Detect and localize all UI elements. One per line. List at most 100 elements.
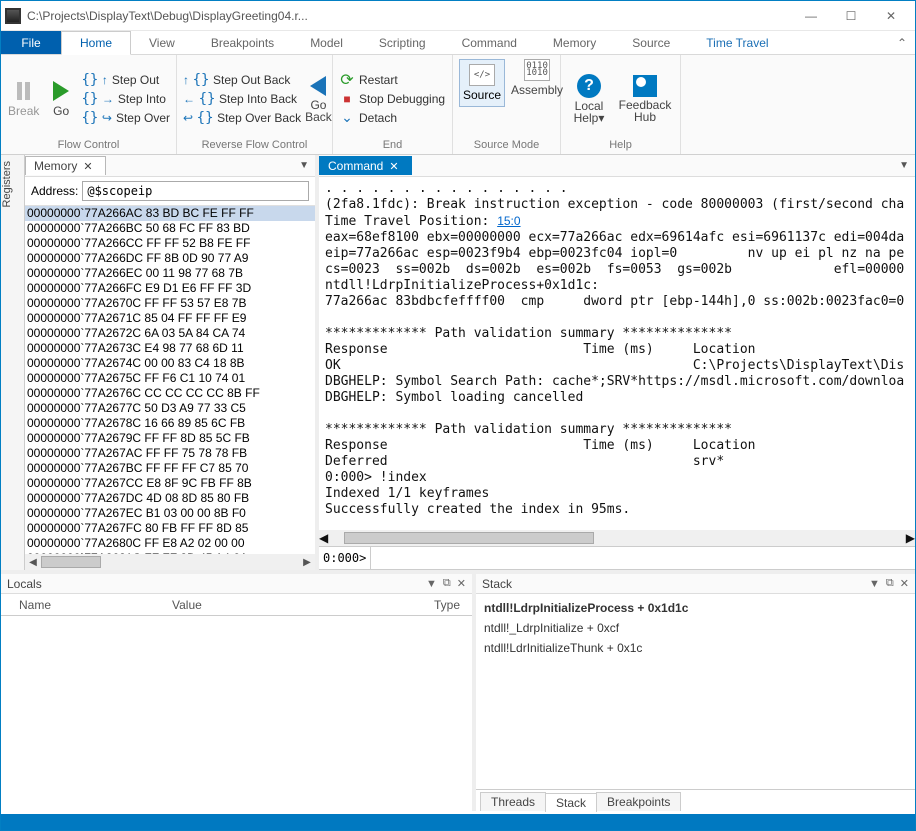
memory-row[interactable]: 00000000`77A2674C 00 00 83 C4 18 8B — [25, 356, 315, 371]
group-flow-control: Flow Control — [7, 138, 170, 152]
memory-row[interactable]: 00000000`77A266DC FF 8B 0D 90 77 A9 — [25, 251, 315, 266]
maximize-button[interactable]: ☐ — [831, 4, 871, 28]
tab-breakpoints[interactable]: Breakpoints — [193, 31, 292, 54]
assembly-mode-button[interactable]: 01101010Assembly — [511, 59, 563, 97]
stack-list[interactable]: ntdll!LdrpInitializeProcess + 0x1d1cntdl… — [476, 594, 915, 789]
memory-row[interactable]: 00000000`77A267CC E8 8F 9C FB FF 8B — [25, 476, 315, 491]
memory-scrollbar[interactable]: ◀▶ — [25, 554, 315, 570]
feedback-icon — [633, 75, 657, 97]
statusbar — [1, 814, 915, 830]
memory-row[interactable]: 00000000`77A267AC FF FF 75 78 78 FB — [25, 446, 315, 461]
close-icon[interactable]: ✕ — [457, 577, 466, 590]
step-out-back-button[interactable]: ↑{}Step Out Back — [183, 72, 301, 88]
step-into-back-button[interactable]: ←{}Step Into Back — [183, 91, 301, 107]
break-button[interactable]: Break — [7, 59, 40, 138]
stack-frame[interactable]: ntdll!LdrpInitializeProcess + 0x1d1c — [484, 598, 907, 618]
pin-icon[interactable]: ⧉ — [443, 577, 451, 590]
memory-row[interactable]: 00000000`77A266AC 83 BD BC FE FF FF — [25, 206, 315, 221]
locals-panel: Locals ▼ ⧉ ✕ Name Value Type — [1, 574, 476, 811]
tab-stack[interactable]: Stack — [545, 793, 597, 812]
tab-view[interactable]: View — [131, 31, 193, 54]
col-value[interactable]: Value — [154, 598, 307, 612]
memory-grid[interactable]: 00000000`77A266AC 83 BD BC FE FF FF00000… — [25, 206, 315, 554]
step-out-button[interactable]: {}↑Step Out — [82, 72, 170, 88]
command-tab[interactable]: Command✕ — [319, 156, 412, 175]
memory-row[interactable]: 00000000`77A267DC 4D 08 8D 85 80 FB — [25, 491, 315, 506]
tab-command[interactable]: Command — [444, 31, 535, 54]
tab-model[interactable]: Model — [292, 31, 361, 54]
memory-row[interactable]: 00000000`77A2671C 85 04 FF FF FF E9 — [25, 311, 315, 326]
locals-table[interactable]: Name Value Type — [1, 594, 472, 811]
group-reverse-flow-control: Reverse Flow Control — [183, 138, 326, 152]
source-mode-button[interactable]: </>Source — [459, 59, 505, 107]
memory-panel: Memory✕ ▼ Address: 00000000`77A266AC 83 … — [25, 155, 319, 570]
command-output[interactable]: . . . . . . . . . . . . . . . . (2fa8.1f… — [319, 177, 915, 546]
col-name[interactable]: Name — [1, 598, 154, 612]
step-over-back-button[interactable]: ↩{}Step Over Back — [183, 110, 301, 126]
memory-row[interactable]: 00000000`77A2680C FF E8 A2 02 00 00 — [25, 536, 315, 551]
memory-row[interactable]: 00000000`77A266EC 00 11 98 77 68 7B — [25, 266, 315, 281]
command-prompt: 0:000> — [319, 547, 371, 569]
panel-dropdown-icon[interactable]: ▼ — [869, 578, 880, 590]
memory-row[interactable]: 00000000`77A2677C 50 D3 A9 77 33 C5 — [25, 401, 315, 416]
window-title: C:\Projects\DisplayText\Debug\DisplayGre… — [27, 9, 791, 23]
address-label: Address: — [31, 184, 78, 198]
group-source-mode: Source Mode — [459, 138, 554, 152]
memory-row[interactable]: 00000000`77A2676C CC CC CC CC 8B FF — [25, 386, 315, 401]
locals-title: Locals — [7, 577, 420, 591]
command-scrollbar[interactable]: ◀▶ — [319, 530, 915, 546]
close-icon[interactable]: ✕ — [83, 160, 92, 173]
memory-row[interactable]: 00000000`77A2678C 16 66 89 85 6C FB — [25, 416, 315, 431]
time-travel-link[interactable]: 15:0 — [497, 214, 520, 228]
tab-home[interactable]: Home — [61, 31, 131, 55]
go-back-button[interactable]: Go Back — [305, 59, 332, 138]
tab-breakpoints[interactable]: Breakpoints — [596, 792, 681, 811]
minimize-button[interactable]: — — [791, 4, 831, 28]
registers-tab[interactable]: Registers — [1, 155, 25, 570]
memory-row[interactable]: 00000000`77A267FC 80 FB FF FF 8D 85 — [25, 521, 315, 536]
panel-dropdown-icon[interactable]: ▼ — [899, 160, 915, 171]
memory-tab[interactable]: Memory✕ — [25, 156, 106, 175]
collapse-ribbon-button[interactable]: ⌃ — [889, 31, 915, 54]
feedback-hub-button[interactable]: Feedback Hub — [619, 59, 671, 138]
tab-threads[interactable]: Threads — [480, 792, 546, 811]
local-help-button[interactable]: ?Local Help▾ — [567, 59, 611, 138]
file-menu[interactable]: File — [1, 31, 61, 54]
memory-row[interactable]: 00000000`77A2675C FF F6 C1 10 74 01 — [25, 371, 315, 386]
step-over-button[interactable]: {}↪Step Over — [82, 110, 170, 126]
stop-debugging-button[interactable]: ■Stop Debugging — [339, 91, 445, 107]
close-button[interactable]: ✕ — [871, 4, 911, 28]
ribbon: Break Go {}↑Step Out {}→Step Into {}↪Ste… — [1, 55, 915, 155]
step-into-button[interactable]: {}→Step Into — [82, 91, 170, 107]
stack-frame[interactable]: ntdll!_LdrpInitialize + 0xcf — [484, 618, 907, 638]
col-type[interactable]: Type — [307, 598, 472, 612]
memory-row[interactable]: 00000000`77A266CC FF FF 52 B8 FE FF — [25, 236, 315, 251]
tab-source[interactable]: Source — [614, 31, 688, 54]
app-icon — [5, 8, 21, 24]
menubar: File Home View Breakpoints Model Scripti… — [1, 31, 915, 55]
command-input[interactable] — [371, 551, 915, 566]
tab-memory[interactable]: Memory — [535, 31, 614, 54]
memory-row[interactable]: 00000000`77A266BC 50 68 FC FF 83 BD — [25, 221, 315, 236]
memory-row[interactable]: 00000000`77A2670C FF FF 53 57 E8 7B — [25, 296, 315, 311]
panel-dropdown-icon[interactable]: ▼ — [299, 160, 315, 171]
pin-icon[interactable]: ⧉ — [886, 577, 894, 590]
close-icon[interactable]: ✕ — [389, 160, 398, 173]
memory-row[interactable]: 00000000`77A267EC B1 03 00 00 8B F0 — [25, 506, 315, 521]
restart-button[interactable]: ⟳Restart — [339, 72, 445, 88]
memory-row[interactable]: 00000000`77A2679C FF FF 8D 85 5C FB — [25, 431, 315, 446]
help-icon: ? — [577, 74, 601, 98]
memory-row[interactable]: 00000000`77A267BC FF FF FF C7 85 70 — [25, 461, 315, 476]
stack-frame[interactable]: ntdll!LdrInitializeThunk + 0x1c — [484, 638, 907, 658]
detach-button[interactable]: ⌄Detach — [339, 110, 445, 126]
panel-dropdown-icon[interactable]: ▼ — [426, 578, 437, 590]
close-icon[interactable]: ✕ — [900, 577, 909, 590]
memory-row[interactable]: 00000000`77A2672C 6A 03 5A 84 CA 74 — [25, 326, 315, 341]
tab-timetravel[interactable]: Time Travel — [688, 31, 786, 54]
go-button[interactable]: Go — [44, 59, 77, 138]
memory-row[interactable]: 00000000`77A2673C E4 98 77 68 6D 11 — [25, 341, 315, 356]
memory-row[interactable]: 00000000`77A2681C FF FF 8D 45 A4 6A — [25, 551, 315, 554]
tab-scripting[interactable]: Scripting — [361, 31, 444, 54]
address-input[interactable] — [82, 181, 309, 201]
memory-row[interactable]: 00000000`77A266FC E9 D1 E6 FF FF 3D — [25, 281, 315, 296]
